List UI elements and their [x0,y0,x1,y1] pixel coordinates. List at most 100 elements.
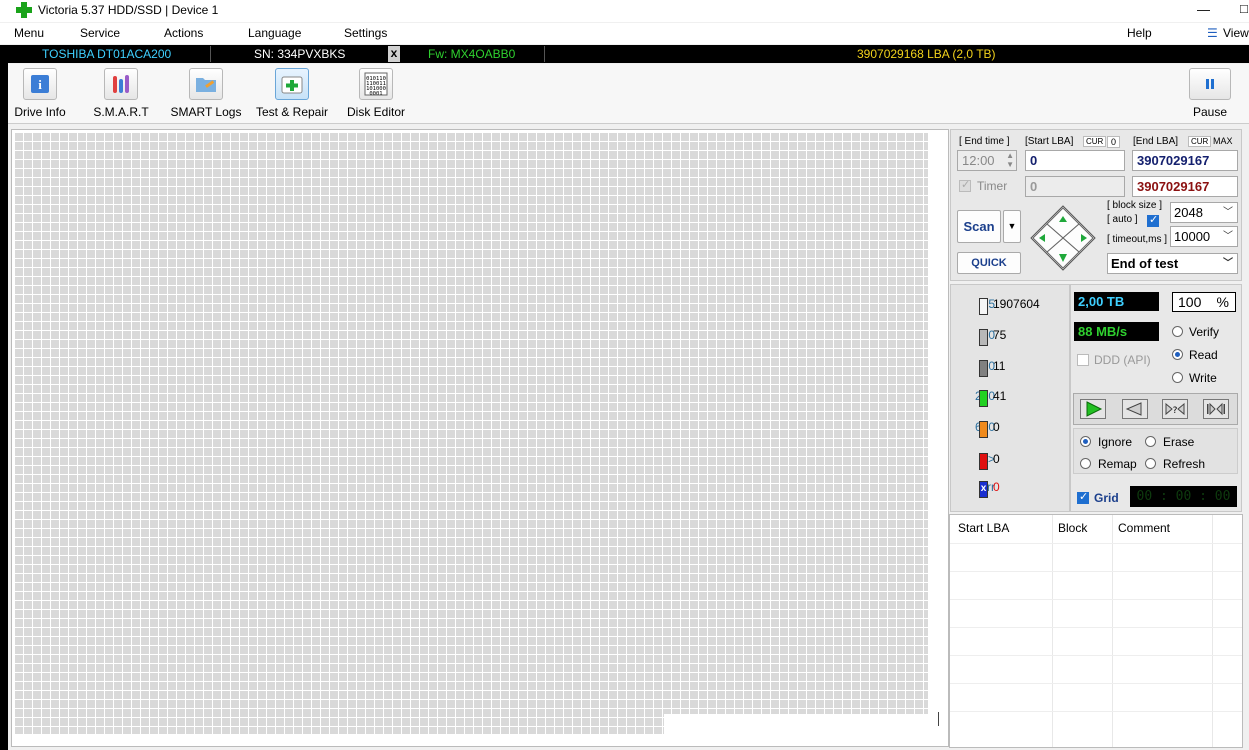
disk-editor-button[interactable]: 010110 110011 101000 0001 Disk Editor [344,68,408,119]
menu-menu[interactable]: Menu [14,26,44,40]
elapsed-time-display: 00 : 00 : 00 [1130,486,1237,507]
timeout-select[interactable]: 10000 ﹀ [1170,226,1238,247]
legend-swatch [979,453,988,470]
verify-label: Verify [1189,325,1220,339]
erase-radio[interactable] [1145,436,1156,447]
skip-icon[interactable] [1203,399,1229,419]
direction-pad-icon[interactable] [1029,204,1097,272]
legend-swatch [979,329,988,346]
first-aid-icon [275,68,309,100]
play-icon[interactable] [1080,399,1106,419]
scan-button[interactable]: Scan [957,210,1001,243]
column-divider [1052,515,1053,747]
timer-checkbox[interactable] [959,178,971,192]
spin-arrows-icon[interactable]: ▲ ▼ [1006,151,1014,169]
legend-swatch [979,421,988,438]
menu-view[interactable]: View [1223,26,1249,40]
end-time-label: [ End time ] [959,136,1010,147]
refresh-radio[interactable] [1145,458,1156,469]
end-action-select[interactable]: End of test ﹀ [1107,253,1238,274]
refresh-label: Refresh [1163,457,1206,471]
row-divider [950,571,1242,572]
block-size-label: [ block size ] [1107,200,1163,211]
ignore-label: Ignore [1098,435,1133,449]
verify-radio[interactable] [1172,326,1183,337]
legend-swatch [979,298,988,315]
legend-row-over: > 0 [955,452,1065,472]
end-lba-field-2[interactable]: 3907029167 [1132,176,1238,197]
drive-firmware: Fw: MX4OABB0 [428,47,516,61]
start-lba-field[interactable]: 0 [1025,150,1125,171]
drive-model[interactable]: TOSHIBA DT01ACA200 [42,47,171,61]
view-icon[interactable]: ☰ [1207,26,1218,40]
col-start-lba[interactable]: Start LBA [958,521,1009,535]
menu-help[interactable]: Help [1127,26,1152,40]
column-divider [1212,515,1213,747]
remap-label: Remap [1098,457,1137,471]
drive-bar[interactable]: TOSHIBA DT01ACA200 SN: 334PVXBKS x Fw: M… [8,45,1249,63]
smart-button[interactable]: S.M.A.R.T [90,68,152,119]
maximize-button[interactable]: □ [1240,1,1248,16]
auto-checkbox[interactable] [1147,213,1159,227]
grid-label: Grid [1094,491,1119,505]
pause-icon [1189,68,1231,100]
size-display: 2,00 TB [1074,292,1159,311]
read-radio[interactable] [1172,349,1183,360]
title-bar: Victoria 5.37 HDD/SSD | Device 1 — □ [0,0,1249,22]
toolbar: i Drive Info S.M.A.R.T SMART Logs Test &… [8,64,1249,124]
grid-scrollbar-marker[interactable] [938,712,939,726]
write-radio[interactable] [1172,372,1183,383]
start-cur-value[interactable]: 0 [1107,136,1121,148]
end-lba-label: [End LBA] [1133,136,1179,147]
auto-label: [ auto ] [1107,214,1138,225]
block-size-select[interactable]: 2048 ﹀ [1170,202,1238,223]
scan-grid-area[interactable] [11,129,949,747]
smart-logs-button[interactable]: SMART Logs [169,68,243,119]
rewind-icon[interactable] [1122,399,1148,419]
erase-label: Erase [1163,435,1195,449]
pause-button[interactable]: Pause [1188,68,1232,119]
menu-settings[interactable]: Settings [344,26,387,40]
log-table[interactable]: Start LBA Block Comment [949,514,1243,748]
menu-actions[interactable]: Actions [164,26,203,40]
app-logo-icon [16,2,32,18]
row-divider [950,655,1242,656]
end-cur-label[interactable]: CUR [1188,136,1212,147]
column-divider [1112,515,1113,747]
row-divider [950,683,1242,684]
end-time-field[interactable]: 12:00 ▲ ▼ [957,150,1017,171]
col-comment[interactable]: Comment [1118,521,1170,535]
smart-tubes-icon [104,68,138,100]
menu-service[interactable]: Service [80,26,120,40]
ddd-checkbox[interactable] [1077,354,1089,366]
close-drive-button[interactable]: x [388,46,400,62]
start-lba-label: [Start LBA] [1025,136,1074,147]
speed-display: 88 MB/s [1074,322,1159,341]
quick-button[interactable]: QUICK [957,252,1021,274]
start-cur-label[interactable]: CUR [1083,136,1107,147]
menu-language[interactable]: Language [248,26,301,40]
test-repair-button[interactable]: Test & Repair [254,68,330,119]
jump-icon[interactable]: ? [1162,399,1188,419]
folder-pencil-icon [189,68,223,100]
end-max-label[interactable]: MAX [1213,136,1233,146]
grid-checkbox[interactable] [1077,490,1089,504]
info-icon: i [23,68,57,100]
end-lba-field[interactable]: 3907029167 [1132,150,1238,171]
col-block[interactable]: Block [1058,521,1087,535]
minimize-button[interactable]: — [1197,2,1210,17]
chevron-down-icon: ﹀ [1223,258,1233,269]
svg-text:i: i [38,77,42,92]
ignore-radio[interactable] [1080,436,1091,447]
timer-field[interactable]: 0 [1025,176,1125,197]
row-divider [950,711,1242,712]
divider [544,46,545,62]
scan-dropdown-icon[interactable]: ▼ [1003,210,1021,243]
legend-row-5: 5 1907604 [955,297,1065,317]
scan-block-grid [14,132,928,734]
read-label: Read [1189,348,1218,362]
timeout-label: [ timeout,ms ] [1107,234,1168,245]
row-divider [950,627,1242,628]
remap-radio[interactable] [1080,458,1091,469]
drive-info-button[interactable]: i Drive Info [11,68,69,119]
